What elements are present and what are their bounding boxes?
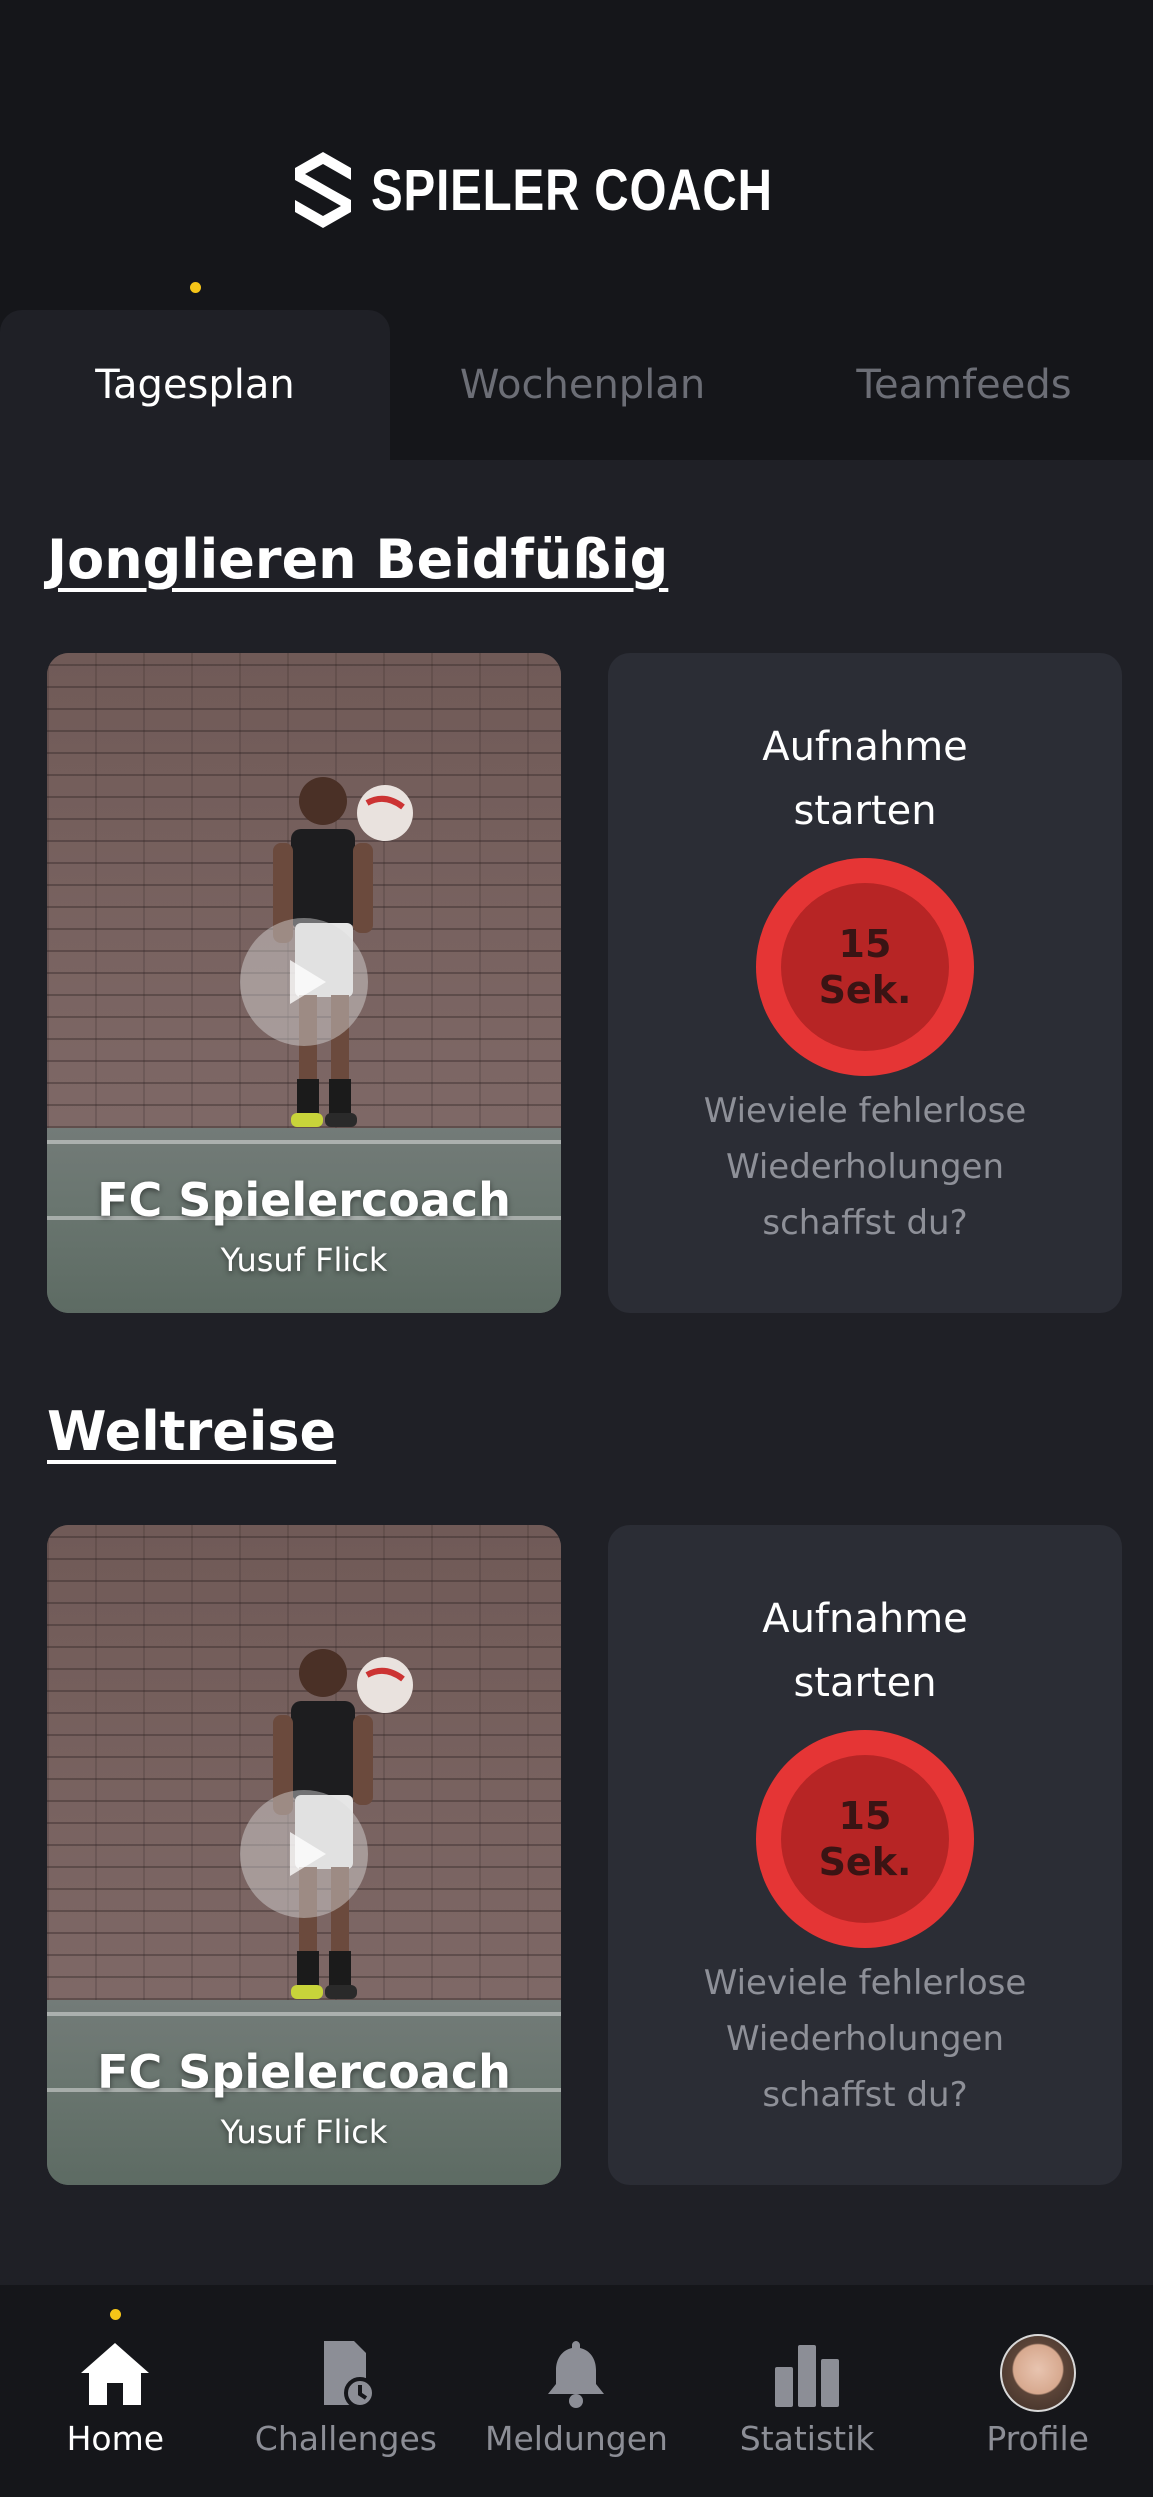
nav-label: Profile (986, 2419, 1089, 2458)
record-duration: 15 Sek. (781, 1755, 949, 1923)
nav-profile[interactable]: Profile (922, 2285, 1153, 2497)
spielercoach-logo-icon (294, 152, 351, 228)
tab-wochenplan[interactable]: Wochenplan (390, 310, 775, 460)
challenges-icon (308, 2335, 384, 2411)
video-author: Yusuf Flick (220, 2113, 388, 2151)
exercise-video-card[interactable]: FC Spielercoach Yusuf Flick (47, 1525, 561, 2185)
record-title: Aufnahme starten (762, 1596, 968, 1706)
avatar (999, 2334, 1076, 2412)
record-card: Aufnahme starten 15 Sek. Wieviele fehler… (608, 1525, 1122, 2185)
record-start-button[interactable]: 15 Sek. (756, 858, 974, 1076)
nav-label: Home (66, 2419, 165, 2458)
nav-home[interactable]: Home (0, 2285, 231, 2497)
record-duration: 15 Sek. (781, 883, 949, 1051)
app-logo: SPIELER COACH (0, 150, 1153, 230)
record-start-button[interactable]: 15 Sek. (756, 1730, 974, 1948)
bottom-navigation: Home Challenges Meldungen Statistik Prof… (0, 2285, 1153, 2497)
bell-icon (538, 2335, 614, 2411)
daily-plan-content: Jonglieren Beidfüßig FC Spielercoach Yus… (0, 460, 1153, 2285)
video-title: FC Spielercoach (97, 2045, 511, 2099)
home-icon (77, 2335, 153, 2411)
app-header: SPIELER COACH Tagesplan Wochenplan Teamf… (0, 0, 1153, 460)
video-title: FC Spielercoach (97, 1173, 511, 1227)
nav-statistik[interactable]: Statistik (692, 2285, 923, 2497)
record-description: Wieviele fehlerlose Wiederholungen schaf… (703, 1091, 1027, 1243)
bar-chart-icon (769, 2335, 845, 2411)
nav-challenges[interactable]: Challenges (231, 2285, 462, 2497)
active-nav-indicator (109, 2309, 121, 2320)
exercise-title[interactable]: Weltreise (47, 1400, 336, 1463)
record-description: Wieviele fehlerlose Wiederholungen schaf… (703, 1963, 1027, 2115)
tab-tagesplan[interactable]: Tagesplan (0, 310, 390, 460)
video-author: Yusuf Flick (220, 1241, 388, 1279)
record-card: Aufnahme starten 15 Sek. Wieviele fehler… (608, 653, 1122, 1313)
nav-label: Meldungen (485, 2419, 668, 2458)
nav-label: Challenges (254, 2419, 437, 2458)
exercise-title[interactable]: Jonglieren Beidfüßig (47, 528, 668, 591)
logo-text: SPIELER COACH (370, 157, 773, 223)
tab-bar: Tagesplan Wochenplan Teamfeeds (0, 310, 1153, 460)
tab-teamfeeds[interactable]: Teamfeeds (775, 310, 1153, 460)
active-tab-indicator (190, 282, 201, 293)
record-title: Aufnahme starten (762, 724, 968, 834)
play-button[interactable] (240, 1790, 368, 1918)
play-icon (290, 960, 326, 1004)
play-icon (290, 1832, 326, 1876)
nav-label: Statistik (739, 2419, 875, 2458)
nav-meldungen[interactable]: Meldungen (461, 2285, 692, 2497)
play-button[interactable] (240, 918, 368, 1046)
exercise-video-card[interactable]: FC Spielercoach Yusuf Flick (47, 653, 561, 1313)
